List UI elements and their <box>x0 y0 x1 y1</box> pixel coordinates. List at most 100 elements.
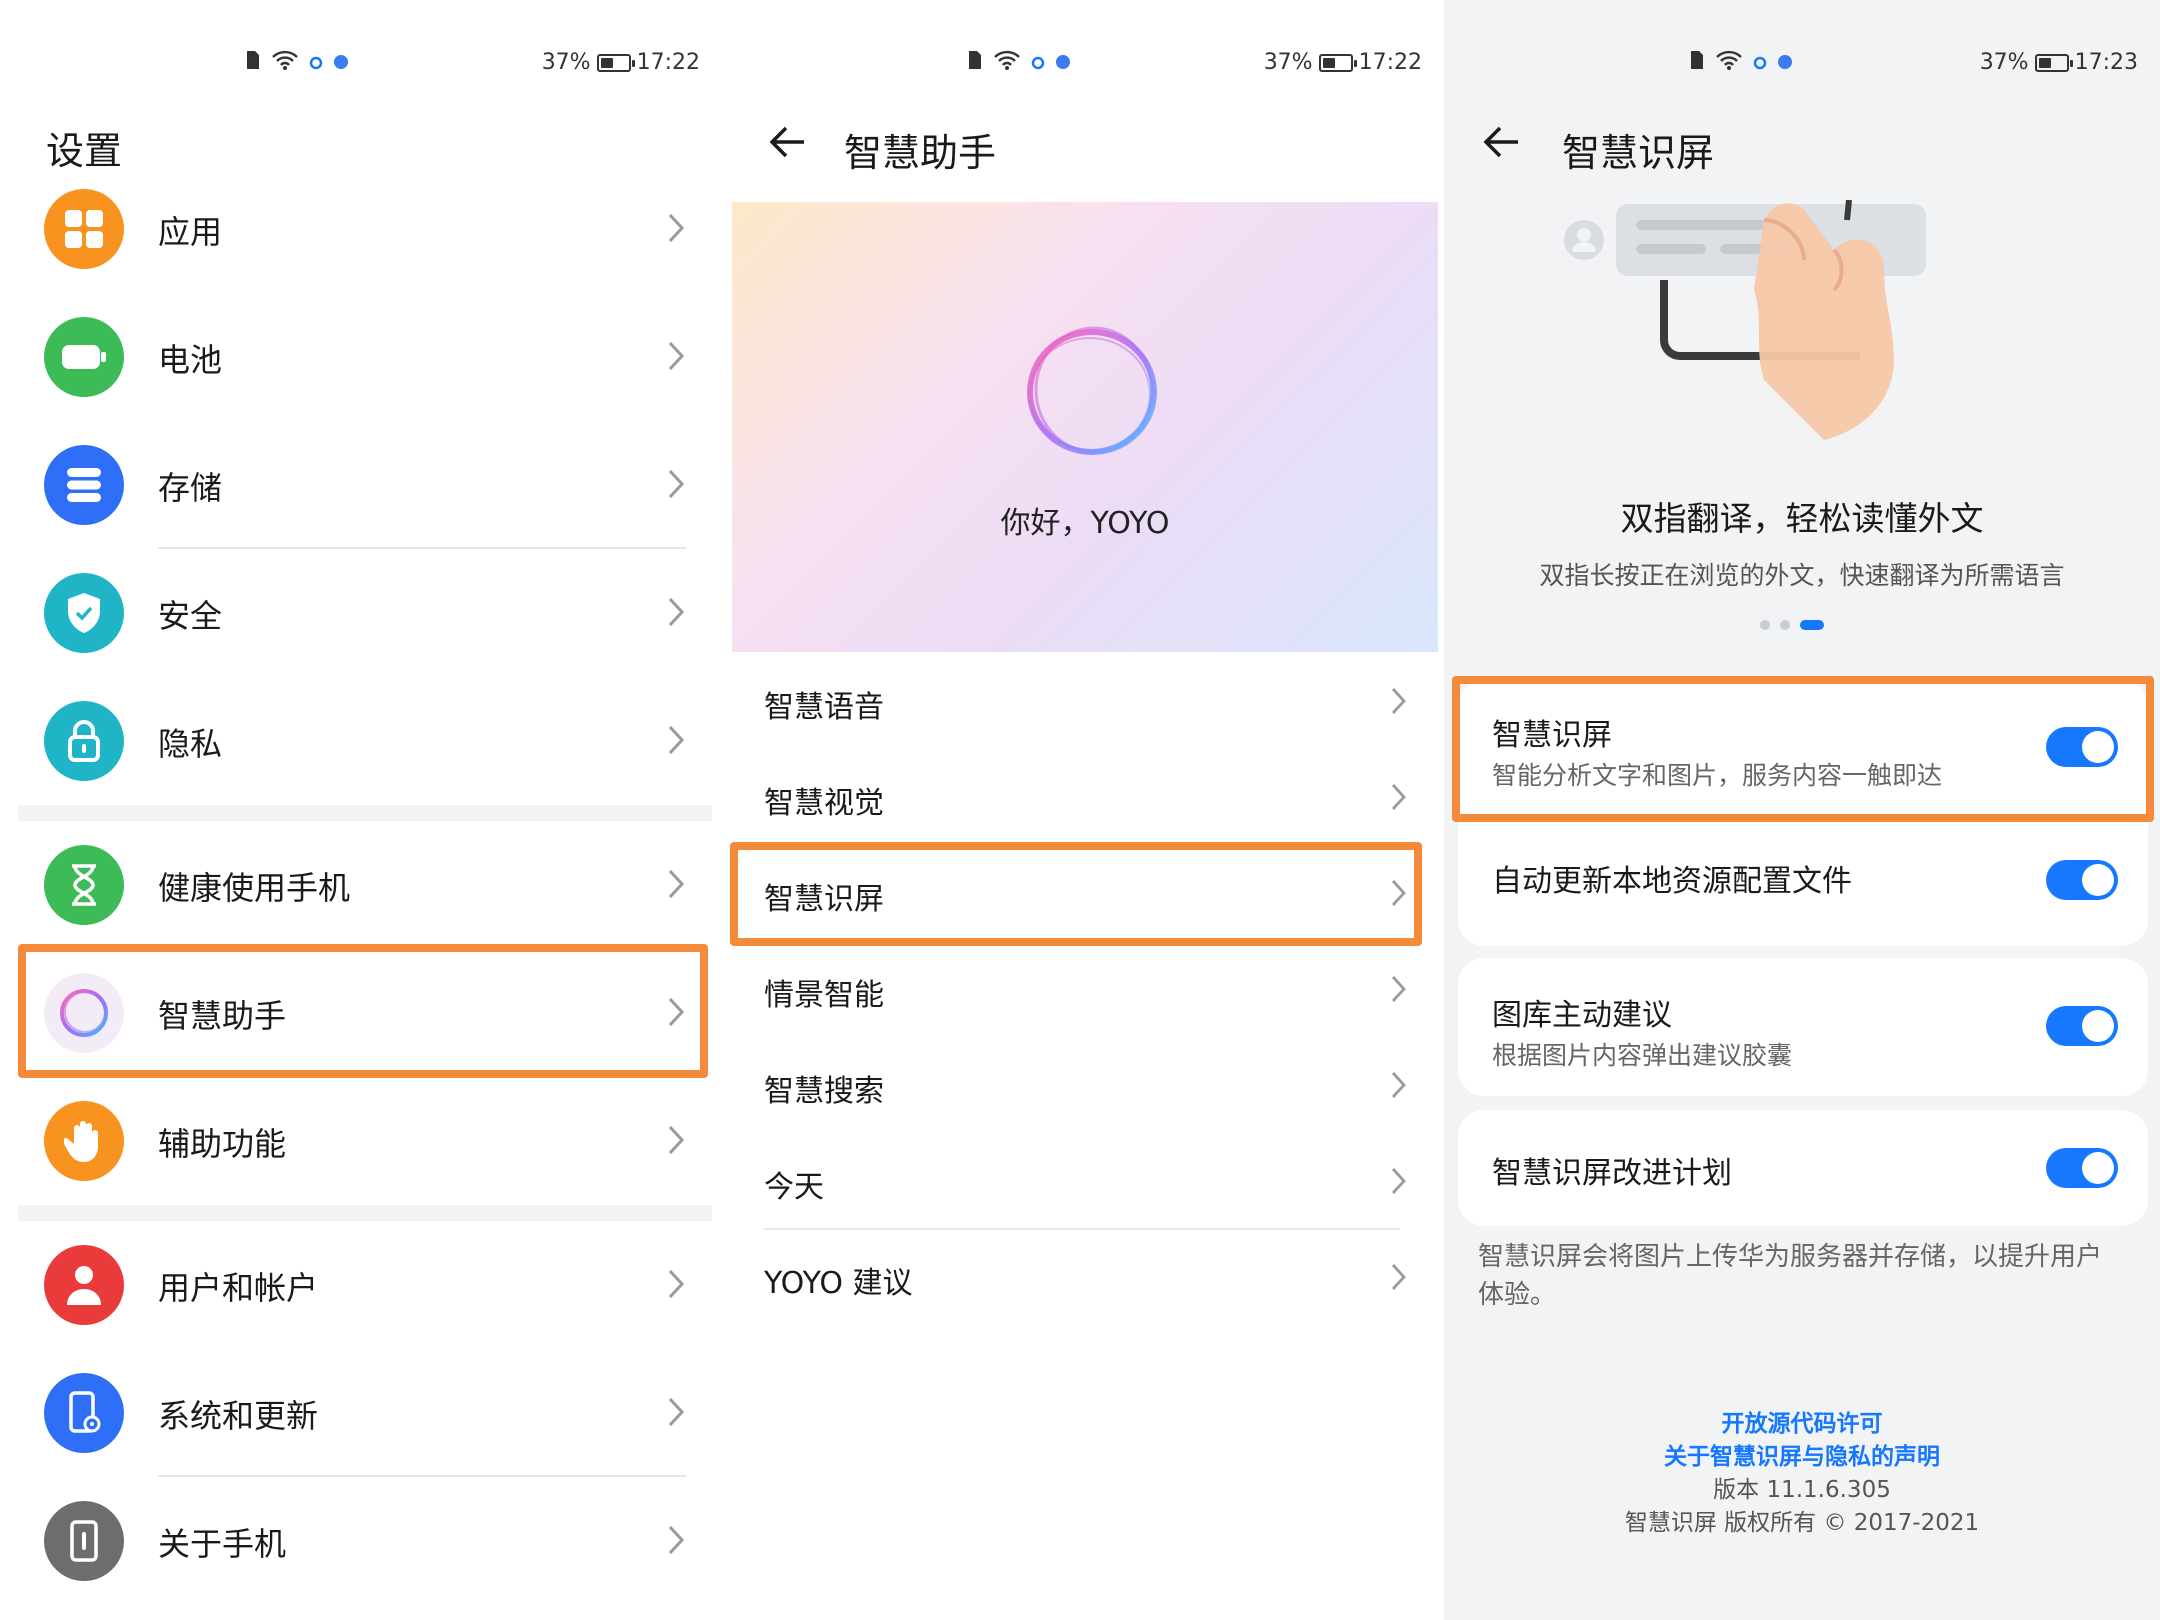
notification-icon <box>1753 51 1767 76</box>
settings-item-label: 用户和帐户 <box>158 1269 319 1307</box>
carousel-indicator[interactable] <box>1760 620 1824 630</box>
open-source-license-link[interactable]: 开放源代码许可 <box>1444 1408 2160 1441</box>
chevron-right-icon <box>668 1125 685 1155</box>
toggle-row-improvement-plan[interactable]: 智慧识屏改进计划 <box>1458 1110 2148 1226</box>
wifi-icon <box>1715 50 1743 76</box>
chevron-right-icon <box>668 1397 685 1427</box>
back-arrow-icon[interactable] <box>764 118 812 166</box>
toggle-description: 智能分析文字和图片，服务内容一触即达 <box>1492 761 1943 790</box>
toggle-label: 图库主动建议 <box>1492 998 1672 1033</box>
battery-icon <box>44 317 124 397</box>
battery-status-icon <box>2034 53 2073 72</box>
group-separator <box>18 805 712 821</box>
chevron-right-icon <box>1391 688 1406 714</box>
settings-item-label: 安全 <box>158 597 223 635</box>
menu-item-label: 情景智能 <box>764 978 884 1013</box>
lock-icon <box>44 701 124 781</box>
chevron-right-icon <box>668 469 685 499</box>
user-icon <box>44 1245 124 1325</box>
carousel-dot[interactable] <box>1760 620 1770 630</box>
chevron-right-icon <box>1391 880 1406 906</box>
carousel-dot[interactable] <box>1780 620 1790 630</box>
settings-item-storage[interactable]: 存储 <box>0 421 722 549</box>
chevron-right-icon <box>668 869 685 899</box>
settings-item-privacy[interactable]: 隐私 <box>0 677 722 805</box>
battery-percent: 37% <box>1979 50 2029 75</box>
feature-subtitle: 双指长按正在浏览的外文，快速翻译为所需语言 <box>1539 561 2065 590</box>
menu-item-label: 智慧视觉 <box>764 786 884 821</box>
status-bar: 37% 17:22 <box>0 44 722 84</box>
wifi-icon <box>271 50 299 76</box>
settings-item-digital-balance[interactable]: 健康使用手机 <box>0 821 722 949</box>
settings-item-accessibility[interactable]: 辅助功能 <box>0 1077 722 1205</box>
toggle-description: 根据图片内容弹出建议胶囊 <box>1492 1041 1793 1070</box>
settings-item-label: 健康使用手机 <box>158 869 351 907</box>
settings-item-label: 隐私 <box>158 725 223 763</box>
chevron-right-icon <box>668 997 685 1027</box>
hourglass-icon <box>44 845 124 925</box>
gallery-suggestions-toggle[interactable] <box>2046 1006 2118 1046</box>
menu-item-yoyo-suggestions[interactable]: YOYO 建议 <box>722 1230 1444 1326</box>
privacy-statement-link[interactable]: 关于智慧识屏与隐私的声明 <box>1444 1441 2160 1474</box>
clock: 17:22 <box>636 50 700 75</box>
page-title: 智慧助手 <box>844 131 997 175</box>
phone-update-icon <box>44 1373 124 1453</box>
settings-item-label: 电池 <box>158 341 223 379</box>
settings-card-main: 智慧识屏 智能分析文字和图片，服务内容一触即达 自动更新本地资源配置文件 <box>1458 680 2148 946</box>
chevron-right-icon <box>668 213 685 243</box>
chevron-right-icon <box>668 1525 685 1555</box>
settings-item-smart-assistant[interactable]: 智慧助手 <box>0 949 722 1077</box>
menu-item-label: 智慧搜索 <box>764 1074 884 1109</box>
menu-item-smart-screen[interactable]: 智慧识屏 <box>722 846 1444 942</box>
smart-screen-recognition-screen: 37% 17:23 智慧识屏 双指翻译，轻松读懂外文 双指长按正在浏览的外文，快… <box>1444 0 2160 1620</box>
toggle-label: 自动更新本地资源配置文件 <box>1492 864 1852 899</box>
settings-item-apps[interactable]: 应用 <box>0 165 722 293</box>
toggle-row-gallery-suggestions[interactable]: 图库主动建议 根据图片内容弹出建议胶囊 <box>1458 958 2148 1096</box>
footer: 开放源代码许可 关于智慧识屏与隐私的声明 版本 11.1.6.305 智慧识屏 … <box>1444 1408 2160 1540</box>
toggle-label: 智慧识屏改进计划 <box>1492 1156 1732 1191</box>
auto-update-toggle[interactable] <box>2046 860 2118 900</box>
menu-item-scene-intelligence[interactable]: 情景智能 <box>722 942 1444 1038</box>
privacy-note: 智慧识屏会将图片上传华为服务器并存储，以提升用户体验。 <box>1478 1242 2103 1310</box>
chevron-right-icon <box>1391 1264 1406 1290</box>
battery-percent: 37% <box>541 50 591 75</box>
shield-icon <box>44 573 124 653</box>
back-arrow-icon[interactable] <box>1478 118 1526 166</box>
group-separator <box>18 1205 712 1221</box>
yoyo-ring-icon <box>1027 326 1157 455</box>
chevron-right-icon <box>1391 1072 1406 1098</box>
menu-item-smart-search[interactable]: 智慧搜索 <box>722 1038 1444 1134</box>
settings-item-about-phone[interactable]: 关于手机 <box>0 1477 722 1605</box>
menu-item-smart-vision[interactable]: 智慧视觉 <box>722 750 1444 846</box>
browser-icon <box>1777 51 1793 76</box>
settings-item-label: 存储 <box>158 469 223 507</box>
storage-icon <box>44 445 124 525</box>
sim-icon <box>967 50 983 76</box>
notification-icon <box>1031 51 1045 76</box>
battery-status-icon <box>1318 53 1357 72</box>
copyright-text: 智慧识屏 版权所有 © 2017-2021 <box>1624 1510 1980 1536</box>
settings-item-system-update[interactable]: 系统和更新 <box>0 1349 722 1477</box>
toggle-row-auto-update[interactable]: 自动更新本地资源配置文件 <box>1458 816 2148 946</box>
improvement-plan-toggle[interactable] <box>2046 1148 2118 1188</box>
notification-icon <box>309 51 323 76</box>
settings-screen: 37% 17:22 设置 应用 电池 存储 安全 隐私 健康使用手机 智慧助手 … <box>0 0 722 1620</box>
menu-item-today[interactable]: 今天 <box>722 1134 1444 1230</box>
settings-item-battery[interactable]: 电池 <box>0 293 722 421</box>
toggle-row-smart-screen[interactable]: 智慧识屏 智能分析文字和图片，服务内容一触即达 <box>1458 680 2148 814</box>
chevron-right-icon <box>1391 976 1406 1002</box>
smart-screen-toggle[interactable] <box>2046 727 2118 767</box>
status-bar: 37% 17:22 <box>722 44 1444 84</box>
menu-item-smart-voice[interactable]: 智慧语音 <box>722 654 1444 750</box>
settings-item-users-accounts[interactable]: 用户和帐户 <box>0 1221 722 1349</box>
settings-item-label: 智慧助手 <box>158 997 287 1035</box>
hand-icon <box>44 1101 124 1181</box>
settings-item-security[interactable]: 安全 <box>0 549 722 677</box>
menu-item-label: 今天 <box>764 1170 824 1205</box>
settings-item-label: 辅助功能 <box>158 1125 287 1163</box>
greeting-text: 你好，YOYO <box>1000 506 1170 541</box>
smart-assistant-screen: 37% 17:22 智慧助手 你好，YOYO 智慧语音 智慧视觉 智慧识屏 情景… <box>722 0 1444 1620</box>
sim-icon <box>1689 50 1705 76</box>
carousel-dot-active[interactable] <box>1800 620 1824 630</box>
page-title: 智慧识屏 <box>1562 131 1715 175</box>
